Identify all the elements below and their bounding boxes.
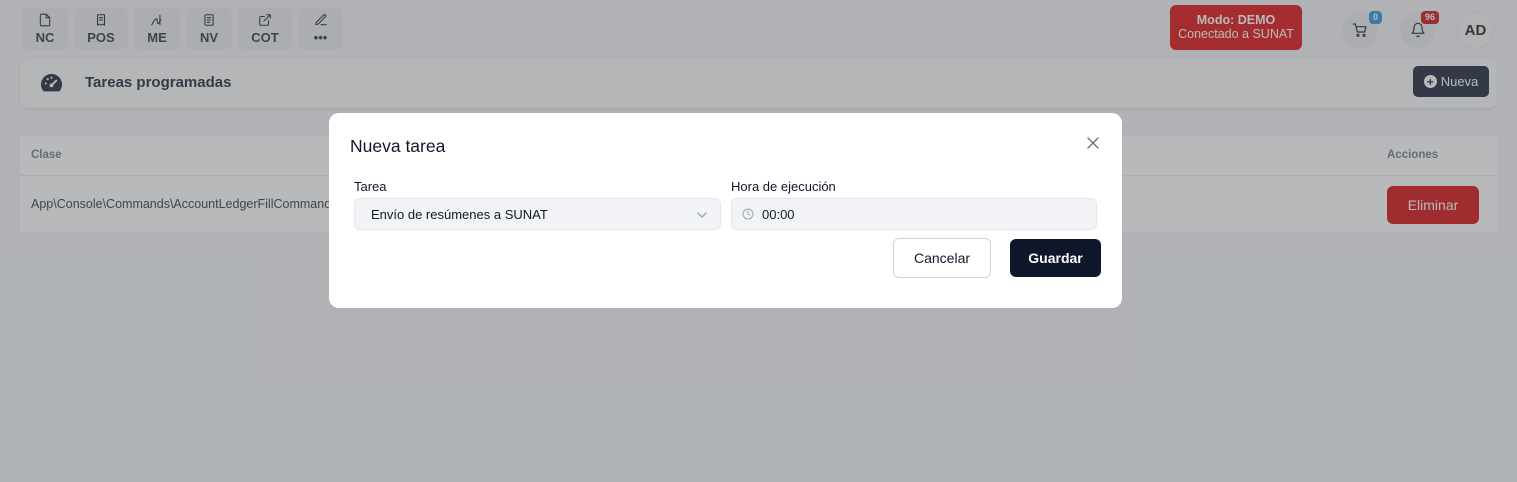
execution-time-value: 00:00 <box>762 207 795 222</box>
task-select[interactable]: Envío de resúmenes a SUNAT <box>354 198 721 230</box>
execution-time-input[interactable]: 00:00 <box>731 198 1097 230</box>
task-field-label: Tarea <box>354 179 387 194</box>
task-select-value: Envío de resúmenes a SUNAT <box>371 207 548 222</box>
save-button[interactable]: Guardar <box>1010 239 1101 277</box>
cancel-button[interactable]: Cancelar <box>893 238 991 278</box>
new-task-modal: Nueva tarea Tarea Envío de resúmenes a S… <box>329 113 1122 308</box>
clock-icon <box>742 208 754 220</box>
time-field-label: Hora de ejecución <box>731 179 836 194</box>
chevron-down-icon <box>697 212 707 218</box>
close-icon[interactable] <box>1085 135 1101 151</box>
modal-title: Nueva tarea <box>350 136 446 156</box>
